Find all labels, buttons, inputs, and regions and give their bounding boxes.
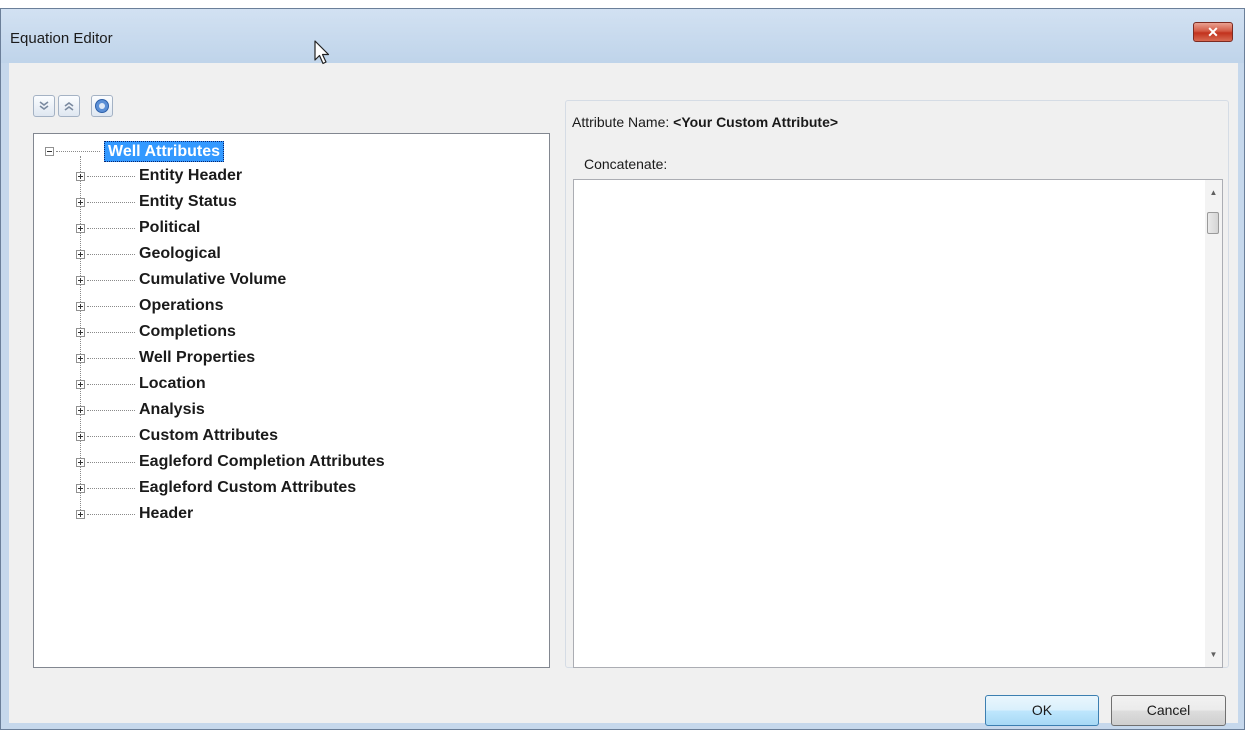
expand-toggle-icon[interactable] [76,197,85,207]
tree-item[interactable]: Eagleford Custom Attributes [76,477,356,499]
title-bar[interactable]: Equation Editor ✕ [1,9,1244,63]
tree-item-label[interactable]: Custom Attributes [139,427,278,445]
tree-item-label[interactable]: Cumulative Volume [139,271,286,289]
tree-item-label[interactable]: Entity Status [139,193,237,211]
scroll-down-arrow-icon[interactable]: ▼ [1205,646,1222,663]
double-chevron-down-icon [39,101,49,110]
collapse-toggle-icon[interactable] [45,146,54,156]
expand-toggle-icon[interactable] [76,301,85,311]
expand-toggle-icon[interactable] [76,379,85,389]
expand-toggle-icon[interactable] [76,509,85,519]
tree-item-label[interactable]: Entity Header [139,167,242,185]
double-chevron-up-icon [64,102,74,111]
help-icon [95,99,109,113]
expand-toggle-icon[interactable] [76,249,85,259]
attribute-tree[interactable]: Well Attributes Entity Header Entity Stat… [33,133,550,668]
tree-item[interactable]: Cumulative Volume [76,269,286,291]
close-icon: ✕ [1207,24,1219,40]
attribute-name-value: <Your Custom Attribute> [673,114,839,130]
equation-editor-dialog: Equation Editor ✕ Well Attributes Entity… [0,8,1245,730]
equation-text-area[interactable]: ▲ ▼ [573,179,1223,668]
tree-item[interactable]: Location [76,373,206,395]
expand-toggle-icon[interactable] [76,353,85,363]
tree-item[interactable]: Entity Header [76,165,242,187]
tree-item[interactable]: Completions [76,321,236,343]
tree-item-label[interactable]: Completions [139,323,236,341]
close-button[interactable]: ✕ [1193,22,1233,42]
tree-item-label[interactable]: Eagleford Completion Attributes [139,453,385,471]
tree-item[interactable]: Political [76,217,200,239]
tree-item-label[interactable]: Eagleford Custom Attributes [139,479,356,497]
vertical-scrollbar[interactable]: ▲ ▼ [1205,180,1222,667]
window-title: Equation Editor [10,30,113,47]
tree-item-label[interactable]: Well Properties [139,349,255,367]
tree-item[interactable]: Well Properties [76,347,255,369]
expand-toggle-icon[interactable] [76,483,85,493]
expand-toggle-icon[interactable] [76,275,85,285]
cancel-button[interactable]: Cancel [1111,695,1226,726]
tree-root-row[interactable]: Well Attributes [45,140,225,162]
equation-panel: Attribute Name: <Your Custom Attribute> … [565,100,1229,668]
help-button[interactable] [91,95,113,117]
tree-item-label[interactable]: Header [139,505,193,523]
tree-item[interactable]: Operations [76,295,223,317]
expand-toggle-icon[interactable] [76,457,85,467]
attribute-name-label: Attribute Name: [572,114,670,130]
tree-item[interactable]: Header [76,503,193,525]
scroll-up-arrow-icon[interactable]: ▲ [1205,184,1222,201]
tree-item[interactable]: Entity Status [76,191,237,213]
ok-button[interactable]: OK [985,695,1099,726]
tree-item[interactable]: Analysis [76,399,205,421]
tree-item-label[interactable]: Analysis [139,401,205,419]
tree-item[interactable]: Custom Attributes [76,425,278,447]
attribute-name-row: Attribute Name: <Your Custom Attribute> [572,114,838,130]
tree-item-label[interactable]: Political [139,219,200,237]
tree-item[interactable]: Geological [76,243,221,265]
tree-item-label[interactable]: Geological [139,245,221,263]
concatenate-label: Concatenate: [584,156,668,172]
tree-item-label[interactable]: Operations [139,297,223,315]
dialog-client-area: Well Attributes Entity Header Entity Stat… [9,63,1238,726]
expand-all-button[interactable] [33,95,55,117]
expand-toggle-icon[interactable] [76,405,85,415]
collapse-all-button[interactable] [58,95,80,117]
scroll-thumb[interactable] [1207,212,1219,234]
expand-toggle-icon[interactable] [76,327,85,337]
mouse-cursor-icon [314,40,330,65]
expand-toggle-icon[interactable] [76,171,85,181]
expand-toggle-icon[interactable] [76,431,85,441]
tree-item[interactable]: Eagleford Completion Attributes [76,451,385,473]
expand-toggle-icon[interactable] [76,223,85,233]
tree-root-label[interactable]: Well Attributes [104,140,225,162]
tree-item-label[interactable]: Location [139,375,206,393]
